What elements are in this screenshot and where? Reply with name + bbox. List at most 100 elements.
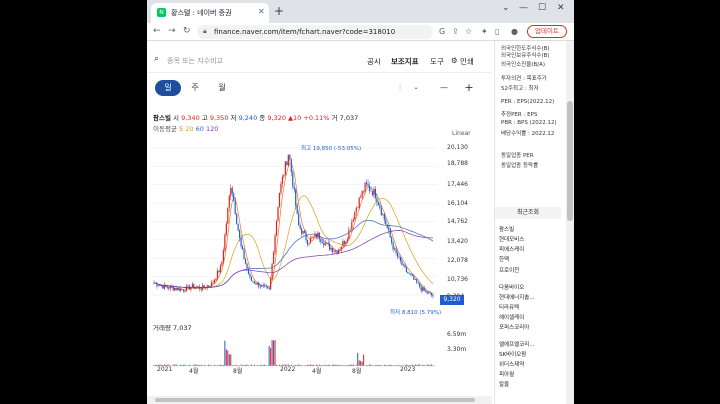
sidepanel-icon[interactable]: ▯: [495, 27, 499, 36]
ma-5-line: [153, 162, 434, 295]
candle: [227, 207, 229, 225]
horizontal-scrollbar[interactable]: [147, 396, 492, 404]
candle: [373, 186, 375, 199]
bookmark-star-icon[interactable]: ☆: [465, 27, 472, 36]
change-pct: +0.11%: [303, 114, 330, 122]
zoom-in-icon[interactable]: +: [462, 80, 476, 96]
update-button[interactable]: 업데이트: [527, 25, 567, 38]
print-link[interactable]: 인쇄: [460, 56, 474, 67]
volume-bar: [227, 350, 229, 366]
tab-close-icon[interactable]: ✕: [258, 7, 265, 16]
candle: [205, 287, 207, 290]
new-tab-icon[interactable]: +: [274, 4, 284, 18]
maximize-icon[interactable]: ☐: [538, 3, 546, 13]
candle: [225, 221, 227, 237]
volume-bar: [361, 361, 363, 366]
vertical-scrollbar[interactable]: [566, 41, 574, 404]
recent-stock-item[interactable]: 현대모비스: [499, 235, 524, 243]
candle: [289, 154, 291, 162]
recent-stock-item[interactable]: 피에스케이: [499, 245, 524, 253]
period-week-tab[interactable]: 주: [187, 80, 203, 96]
scrollbar-thumb[interactable]: [567, 101, 573, 221]
time-axis-tick: 8월: [352, 368, 362, 375]
candle: [179, 287, 182, 293]
recent-stock-item[interactable]: 한맥: [499, 255, 509, 263]
candle: [185, 283, 188, 292]
url-field[interactable]: 🔒︎ finance.naver.com/item/fchart.naver?c…: [197, 25, 433, 39]
recent-stock-item[interactable]: 위더스제약: [499, 360, 524, 368]
candle: [206, 284, 208, 291]
candle: [286, 160, 288, 167]
zoom-out-icon[interactable]: —: [437, 80, 451, 96]
candle: [399, 256, 402, 264]
volume-bar: [363, 354, 365, 366]
minimize-icon[interactable]: —: [519, 3, 528, 13]
google-icon[interactable]: G: [439, 27, 445, 36]
extension-icon[interactable]: ✦: [481, 27, 488, 36]
recent-stock-item[interactable]: 다움바이오: [499, 283, 524, 291]
candle: [156, 281, 158, 289]
candle: [355, 206, 357, 216]
tab-search-icon[interactable]: ⌄: [502, 3, 510, 13]
candle: [284, 161, 286, 176]
time-axis-tick: 4월: [312, 368, 322, 375]
volume-bar: [357, 352, 359, 366]
window-close-icon[interactable]: ✕: [557, 3, 565, 13]
candle: [224, 232, 226, 253]
candle: [230, 184, 232, 201]
candle: [199, 284, 201, 292]
volume-title: 거래량 7,037: [153, 324, 192, 332]
candle: [278, 192, 281, 209]
recent-stock-item[interactable]: 현대에너지솔...: [499, 293, 535, 301]
url-text: finance.naver.com/item/fchart.naver?code…: [214, 28, 396, 36]
recent-stock-item[interactable]: 칼을: [499, 380, 509, 388]
reload-icon[interactable]: ↻: [183, 26, 191, 36]
print-icon[interactable]: ⚙: [451, 56, 458, 65]
candle: [312, 236, 315, 239]
disclosure-link[interactable]: 공시: [367, 56, 381, 67]
candle: [430, 292, 433, 298]
candle: [172, 284, 174, 291]
recent-stock-item[interactable]: 헤이셀케이: [499, 313, 524, 321]
price-chart[interactable]: [147, 128, 492, 378]
recent-views-header[interactable]: 최근조회: [495, 207, 561, 219]
chart-type-dropdown-icon[interactable]: ⌄: [411, 80, 421, 96]
candle: [265, 284, 267, 290]
recent-stock-item[interactable]: 포퍼스코리아: [499, 323, 529, 331]
compare-search-input[interactable]: 종목 또는 지수비교: [167, 56, 223, 66]
period-month-tab[interactable]: 월: [214, 80, 230, 96]
stock-name: 팜스빌: [153, 114, 171, 122]
candle: [416, 278, 418, 285]
candle: [354, 211, 356, 221]
back-icon[interactable]: ←: [153, 26, 161, 36]
tab-title: 황스텔 : 네이버 증권: [171, 9, 232, 17]
candle-type-icon[interactable]: ⫶: [392, 80, 408, 96]
address-bar: ← → ↻ 🔒︎ finance.naver.com/item/fchart.n…: [147, 23, 574, 41]
period-day-tab[interactable]: 일: [155, 80, 181, 96]
profile-icon[interactable]: ●: [511, 27, 518, 36]
candle: [368, 181, 371, 194]
recent-stock-item[interactable]: 티라유텍: [499, 303, 519, 311]
share-icon[interactable]: ⇪: [452, 27, 459, 36]
recent-stock-item[interactable]: 프로이천: [499, 266, 519, 274]
side-info-item: PER : EPS(2022.12): [501, 99, 555, 105]
recent-stock-item[interactable]: 팜스빌: [499, 225, 514, 233]
side-info-item: 추정PER : EPS: [501, 112, 538, 118]
scale-type-label[interactable]: Linear: [452, 130, 471, 137]
recent-stock-item[interactable]: 피아월: [499, 370, 514, 378]
volume-bar: [274, 339, 276, 366]
candle: [429, 290, 431, 295]
browser-tab[interactable]: N 황스텔 : 네이버 증권 ✕: [151, 3, 269, 23]
candle: [292, 169, 294, 190]
indicators-link[interactable]: 보조지표: [391, 56, 419, 67]
forward-icon[interactable]: →: [168, 26, 176, 36]
search-icon[interactable]: ⌕: [154, 54, 159, 64]
recent-stock-item[interactable]: SK바이오팜: [499, 350, 526, 358]
close-value: 9,320: [267, 114, 286, 122]
tools-link[interactable]: 도구: [430, 56, 444, 67]
low-label: 저: [230, 114, 237, 122]
recent-stock-item[interactable]: 엘에프엘코리...: [499, 340, 535, 348]
hscroll-thumb[interactable]: [155, 398, 475, 402]
candle: [275, 220, 278, 237]
candle: [367, 179, 369, 188]
